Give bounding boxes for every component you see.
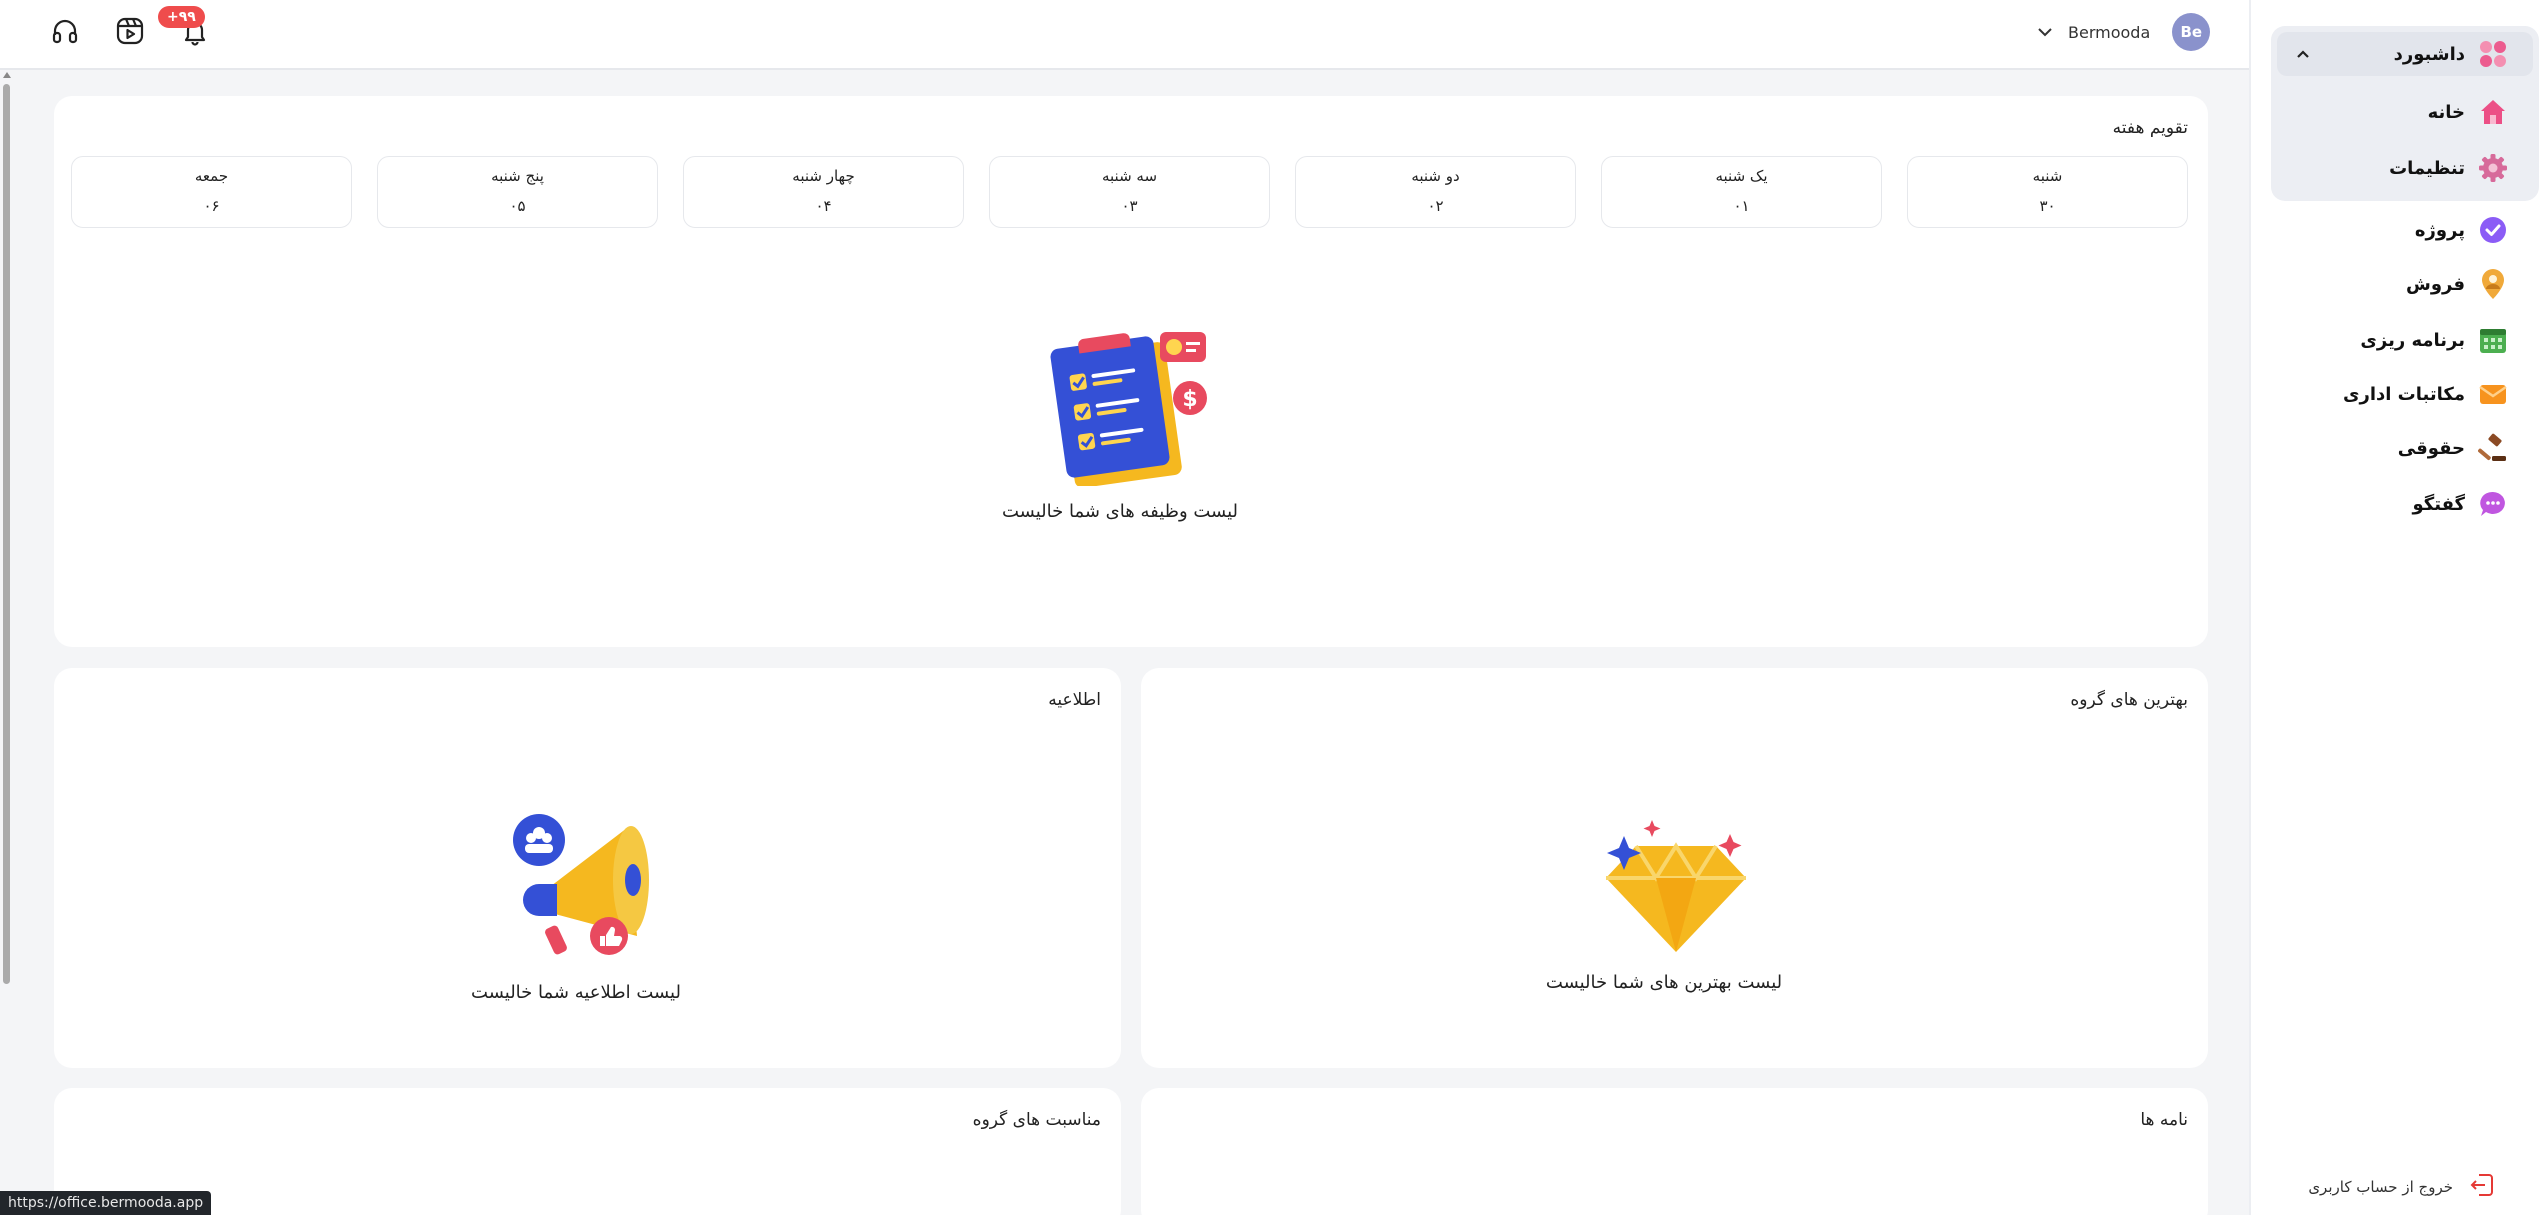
sidebar-item-label: گفتگو bbox=[2412, 493, 2465, 515]
day-name: یک شنبه bbox=[1715, 167, 1768, 185]
calendar-icon bbox=[2477, 324, 2509, 356]
sidebar-item-label: تنظیمات bbox=[2389, 157, 2465, 179]
user-menu[interactable]: Bermooda Be bbox=[2036, 12, 2211, 52]
scrollbar-up-arrow[interactable] bbox=[3, 72, 11, 78]
day-name: چهار شنبه bbox=[792, 167, 855, 185]
svg-text:$: $ bbox=[1182, 387, 1197, 412]
sidebar-item-sales[interactable]: فروش bbox=[2406, 264, 2509, 304]
sidebar-item-correspondence[interactable]: مکاتبات اداری bbox=[2343, 374, 2509, 414]
location-pin-icon bbox=[2477, 268, 2509, 300]
chat-bubble-icon bbox=[2477, 488, 2509, 520]
avatar[interactable]: Be bbox=[2172, 13, 2211, 51]
sidebar-item-label: پروژه bbox=[2414, 219, 2465, 241]
day-date: ۰۵ bbox=[509, 197, 526, 215]
empty-best-message: لیست بهترین های شما خالیست bbox=[1545, 972, 1783, 993]
chevron-up-icon[interactable] bbox=[2295, 46, 2311, 62]
card-title: نامه ها bbox=[2140, 1110, 2188, 1130]
card-title: تقویم هفته bbox=[2112, 118, 2188, 138]
sidebar-item-planning[interactable]: برنامه ریزی bbox=[2360, 320, 2509, 360]
day-cell[interactable]: شنبه ۳۰ bbox=[1907, 156, 2188, 228]
day-cell[interactable]: جمعه ۰۶ bbox=[71, 156, 352, 228]
apps-icon bbox=[2477, 38, 2509, 70]
top-header: +۹۹ Bermooda Be bbox=[0, 0, 2249, 70]
week-days: شنبه ۳۰ یک شنبه ۰۱ دو شنبه ۰۲ سه شنبه ۰۳… bbox=[71, 156, 2188, 228]
sidebar-item-label: فروش bbox=[2405, 273, 2465, 295]
group-occasions-card: مناسبت های گروه bbox=[54, 1088, 1121, 1215]
card-title: اطلاعیه bbox=[1048, 690, 1101, 710]
status-bar-url: https://office.bermooda.app bbox=[0, 1191, 212, 1215]
announcements-card: اطلاعیه لیست اطلاعیه شما خالیست bbox=[54, 668, 1121, 1068]
day-date: ۰۴ bbox=[815, 197, 832, 215]
home-icon bbox=[2477, 96, 2509, 128]
sidebar-item-label: خانه bbox=[2427, 101, 2465, 123]
notification-badge: +۹۹ bbox=[158, 6, 205, 28]
day-name: سه شنبه bbox=[1101, 167, 1158, 185]
scrollbar-thumb[interactable] bbox=[3, 84, 10, 984]
sidebar-item-label: حقوقی bbox=[2397, 437, 2465, 459]
sidebar-item-dashboard[interactable]: داشبورد bbox=[2394, 34, 2509, 74]
sidebar-item-label: مکاتبات اداری bbox=[2342, 383, 2465, 405]
user-name: Bermooda bbox=[2068, 22, 2151, 42]
sidebar-item-legal[interactable]: حقوقی bbox=[2398, 428, 2509, 468]
day-name: دو شنبه bbox=[1411, 167, 1460, 185]
sidebar-item-project[interactable]: پروژه bbox=[2415, 210, 2509, 250]
day-date: ۰۱ bbox=[1733, 197, 1750, 215]
video-icon[interactable] bbox=[113, 14, 147, 48]
sidebar-item-settings[interactable]: تنظیمات bbox=[2389, 148, 2509, 188]
sidebar-item-label: داشبورد bbox=[2393, 43, 2465, 65]
day-cell[interactable]: چهار شنبه ۰۴ bbox=[683, 156, 964, 228]
letters-card: نامه ها bbox=[1141, 1088, 2208, 1215]
day-cell[interactable]: دو شنبه ۰۲ bbox=[1295, 156, 1576, 228]
day-name: پنج شنبه bbox=[491, 167, 544, 185]
diamond-illustration bbox=[1606, 820, 1746, 952]
sidebar-item-label: برنامه ریزی bbox=[2360, 329, 2465, 351]
megaphone-illustration bbox=[513, 814, 649, 955]
card-title: بهترین های گروه bbox=[2070, 690, 2188, 710]
chevron-down-icon[interactable] bbox=[2036, 23, 2054, 41]
envelope-icon bbox=[2477, 378, 2509, 410]
sidebar: داشبورد خانه تنظیمات پروژه فروش برنامه ر… bbox=[2249, 0, 2547, 1215]
gavel-icon bbox=[2477, 432, 2509, 464]
logout-button[interactable]: خروج از حساب کاربری bbox=[2308, 1167, 2495, 1207]
headphones-icon[interactable] bbox=[48, 14, 82, 48]
day-date: ۰۶ bbox=[203, 197, 220, 215]
day-date: ۳۰ bbox=[2039, 197, 2056, 215]
day-name: جمعه bbox=[194, 167, 229, 185]
day-cell[interactable]: سه شنبه ۰۳ bbox=[989, 156, 1270, 228]
gear-icon bbox=[2477, 152, 2509, 184]
sidebar-item-home[interactable]: خانه bbox=[2428, 92, 2509, 132]
day-name: شنبه bbox=[2032, 167, 2063, 185]
check-circle-icon bbox=[2477, 214, 2509, 246]
day-cell[interactable]: پنج شنبه ۰۵ bbox=[377, 156, 658, 228]
best-of-group-card: بهترین های گروه لیست بهترین های شما خالی… bbox=[1141, 668, 2208, 1068]
logout-label: خروج از حساب کاربری bbox=[2308, 1178, 2453, 1196]
empty-tasks-message: لیست وظیفه های شما خالیست bbox=[1001, 501, 1239, 522]
empty-announcements-message: لیست اطلاعیه شما خالیست bbox=[471, 982, 681, 1003]
day-date: ۰۲ bbox=[1427, 197, 1444, 215]
day-date: ۰۳ bbox=[1121, 197, 1138, 215]
sidebar-item-chat[interactable]: گفتگو bbox=[2412, 484, 2509, 524]
day-cell[interactable]: یک شنبه ۰۱ bbox=[1601, 156, 1882, 228]
logout-icon bbox=[2469, 1172, 2495, 1202]
week-calendar-card: تقویم هفته شنبه ۳۰ یک شنبه ۰۱ دو شنبه ۰۲… bbox=[54, 96, 2208, 647]
task-clipboard-illustration: $ bbox=[1050, 332, 1207, 486]
card-title: مناسبت های گروه bbox=[972, 1110, 1101, 1130]
